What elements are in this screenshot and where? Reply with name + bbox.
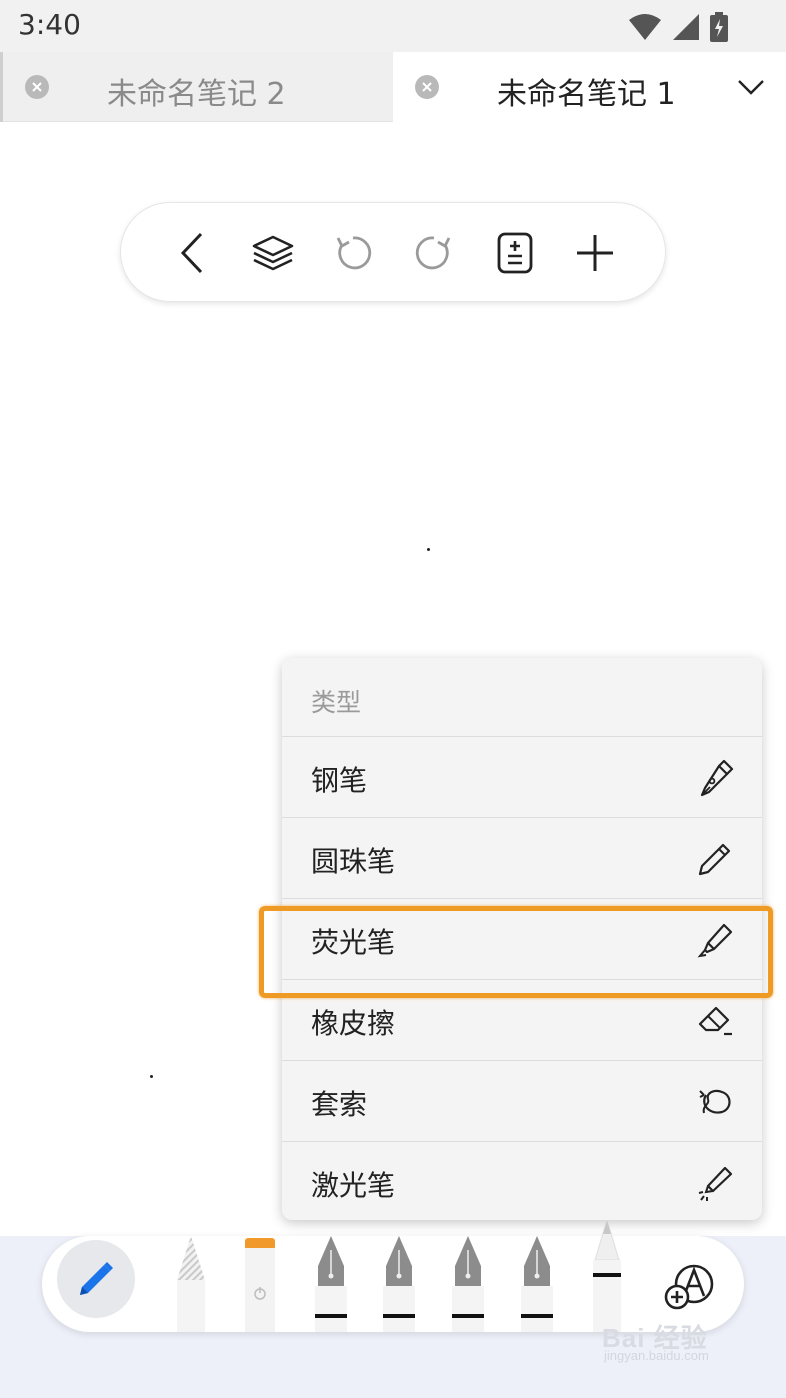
tab-bar: 未命名笔记 2 未命名笔记 1 (0, 52, 786, 123)
menu-item-label: 圆珠笔 (311, 845, 396, 878)
menu-item-label: 钢笔 (311, 764, 368, 797)
close-icon[interactable] (25, 75, 49, 99)
tab-title: 未命名笔记 2 (107, 77, 286, 112)
status-time: 3:40 (18, 8, 81, 41)
tab-title: 未命名笔记 1 (497, 77, 676, 112)
menu-header-label: 类型 (311, 688, 362, 717)
menu-item-lasso[interactable]: 套索 (282, 1060, 762, 1141)
pencil-icon (80, 1262, 113, 1295)
ink-dot (427, 548, 430, 551)
watermark: Bai 经验 jingyan.baidu.com (602, 1318, 762, 1363)
menu-item-fountain-pen[interactable]: 钢笔 (282, 736, 762, 817)
eraser-icon (698, 1006, 732, 1036)
wifi-icon (629, 14, 661, 40)
menu-header: 类型 (282, 658, 762, 736)
laser-pointer-icon (698, 1166, 733, 1201)
menu-item-label: 套索 (311, 1088, 368, 1121)
cellular-signal-icon (673, 14, 699, 40)
pencil-tool[interactable] (172, 1236, 210, 1332)
tab-note-1[interactable]: 未命名笔记 1 (393, 52, 786, 123)
chevron-down-icon[interactable] (736, 72, 766, 102)
menu-item-laser-pointer[interactable]: 激光笔 (282, 1141, 762, 1220)
menu-item-ballpoint-pen[interactable]: 圆珠笔 (282, 817, 762, 898)
highlighter-tool[interactable] (243, 1236, 277, 1332)
fountain-pen-tool-4[interactable] (518, 1236, 556, 1332)
add-pen-icon[interactable] (664, 1262, 716, 1310)
status-bar: 3:40 (0, 0, 786, 52)
annotation-highlight-box (259, 906, 773, 998)
status-icons (628, 12, 728, 42)
watermark-sub: jingyan.baidu.com (604, 1348, 709, 1363)
lasso-icon (699, 1089, 731, 1114)
marker-tool[interactable] (588, 1220, 626, 1332)
fountain-pen-tool-1[interactable] (312, 1236, 350, 1332)
fountain-pen-icon (700, 759, 734, 797)
menu-item-label: 橡皮擦 (311, 1007, 396, 1040)
fountain-pen-tool-3[interactable] (449, 1236, 487, 1332)
pencil-tool-button[interactable] (57, 1240, 135, 1318)
battery-charging-icon (710, 12, 728, 42)
fountain-pen-tool-2[interactable] (380, 1236, 418, 1332)
ballpoint-pen-icon (698, 843, 731, 876)
ink-dot (150, 1075, 153, 1078)
tab-note-2[interactable]: 未命名笔记 2 (0, 52, 393, 122)
menu-item-label: 激光笔 (311, 1169, 396, 1202)
close-icon[interactable] (415, 75, 439, 99)
